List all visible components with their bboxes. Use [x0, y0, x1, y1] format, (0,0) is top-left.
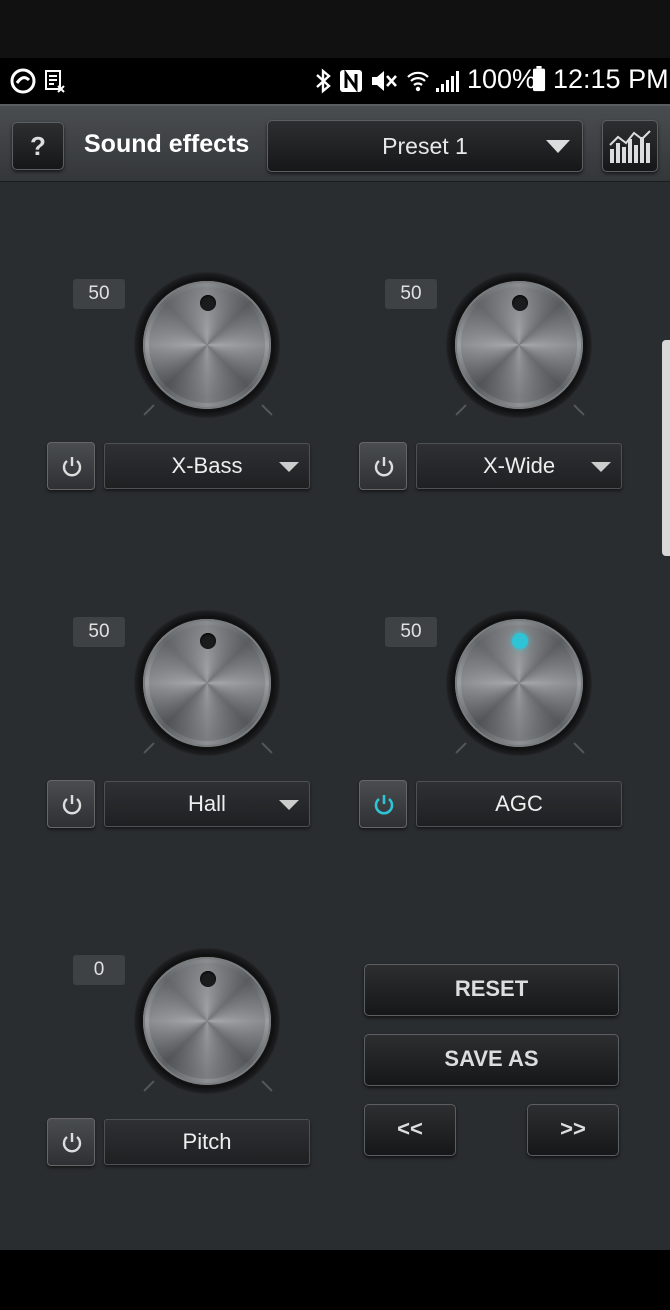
power-icon [62, 457, 82, 477]
effect-label: Pitch [182, 1129, 232, 1154]
effect-label: Hall [188, 791, 226, 816]
effect-power-button[interactable] [47, 442, 95, 490]
page-title: Sound effects [84, 130, 250, 158]
nfc-icon [340, 69, 362, 93]
effect-select[interactable]: X-Bass [104, 443, 310, 489]
effect-label: X-Bass [171, 453, 243, 478]
effect-select[interactable]: X-Wide [416, 443, 622, 489]
next-preset-button[interactable]: >> [527, 1104, 619, 1156]
chevron-down-icon [279, 462, 299, 472]
screenshot-notification-icon [45, 70, 65, 93]
preset-label: Preset 1 [382, 133, 468, 159]
clock: 12:15 PM [553, 64, 669, 94]
battery-icon [532, 66, 546, 92]
equalizer-button[interactable] [602, 120, 658, 172]
knob-indicator [200, 971, 216, 987]
effect-select[interactable]: Hall [104, 781, 310, 827]
chevron-down-icon [546, 140, 570, 153]
power-icon [374, 795, 394, 815]
chevron-down-icon [279, 800, 299, 810]
effect-value: 50 [385, 617, 437, 647]
power-icon [62, 795, 82, 815]
status-bar: 100% 12:15 PM [0, 58, 670, 104]
effect-power-button[interactable] [47, 780, 95, 828]
preset-select[interactable]: Preset 1 [267, 120, 583, 172]
save-as-button[interactable]: SAVE AS [364, 1034, 619, 1086]
effect-knob[interactable] [133, 609, 281, 757]
mute-icon [372, 71, 397, 91]
effect-select[interactable]: AGC [416, 781, 622, 827]
effect-value: 50 [385, 279, 437, 309]
effect-value: 0 [73, 955, 125, 985]
effect-knob[interactable] [445, 271, 593, 419]
knob-indicator [512, 295, 528, 311]
scrollbar[interactable] [662, 340, 670, 556]
effect-label: X-Wide [482, 453, 556, 478]
signal-icon [436, 71, 459, 92]
power-icon [62, 1133, 82, 1153]
reset-button[interactable]: RESET [364, 964, 619, 1016]
knob-indicator [200, 633, 216, 649]
knob-indicator [200, 295, 216, 311]
navigation-bar [0, 1250, 670, 1310]
effect-label: AGC [495, 791, 543, 816]
bluetooth-icon [316, 68, 331, 94]
effect-knob[interactable] [133, 271, 281, 419]
wifi-icon [407, 71, 429, 92]
effect-power-button[interactable] [359, 442, 407, 490]
effect-knob[interactable] [133, 947, 281, 1095]
help-button[interactable]: ? [12, 122, 64, 170]
effect-power-button[interactable] [359, 780, 407, 828]
effect-value: 50 [73, 279, 125, 309]
effect-knob[interactable] [445, 609, 593, 757]
battery-percent: 100% [467, 64, 537, 94]
previous-preset-button[interactable]: << [364, 1104, 456, 1156]
effects-panel: 50 X-Bass 50 X-Wide 50 Hall 50 AGC 0 Pit… [0, 182, 670, 1250]
equalizer-icon [609, 130, 651, 163]
effect-power-button[interactable] [47, 1118, 95, 1166]
effect-select[interactable]: Pitch [104, 1119, 310, 1165]
app-header: ? Sound effects Preset 1 [0, 104, 670, 182]
effect-value: 50 [73, 617, 125, 647]
chevron-down-icon [591, 462, 611, 472]
app-notification-icon [10, 68, 36, 94]
knob-indicator [512, 633, 528, 649]
power-icon [374, 457, 394, 477]
